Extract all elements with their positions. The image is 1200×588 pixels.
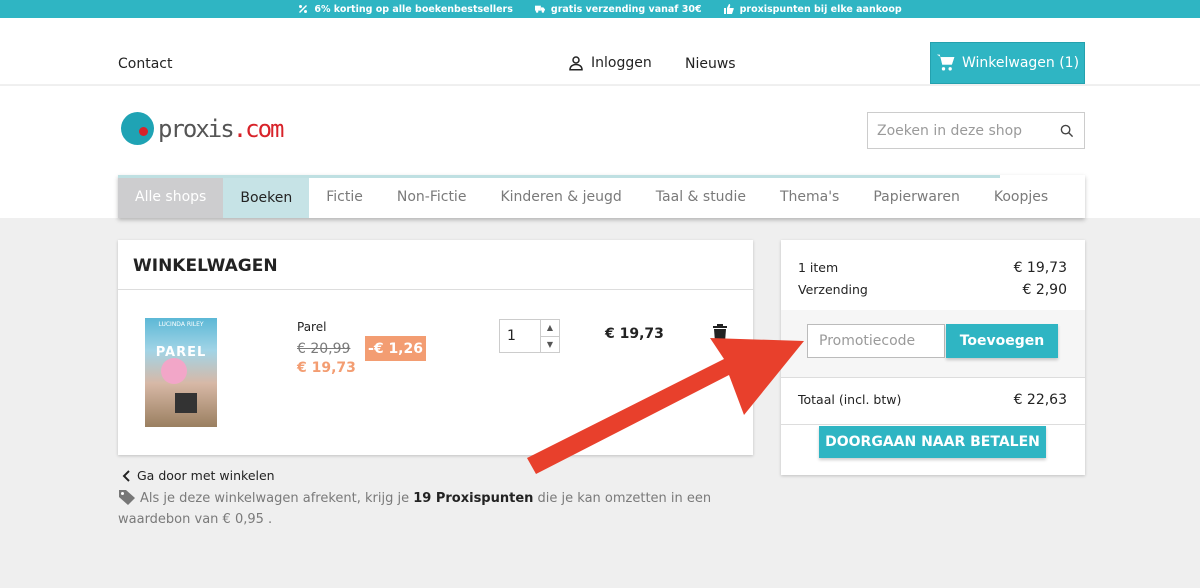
promo-item-points: proxispunten bij elke aankoop [723,3,902,15]
continue-shopping-link[interactable]: Ga door met winkelen [121,468,275,483]
login-link[interactable]: Inloggen [567,54,652,72]
promo-text-discount: 6% korting op alle boekenbestsellers [314,3,513,15]
logo[interactable]: proxis.com [121,112,284,145]
tag-icon [119,490,135,505]
shopping-cart-icon [936,54,955,71]
summary-divider [781,377,1085,378]
summary-total-value: € 22,63 [1013,392,1067,408]
loyalty-message: Als je deze winkelwagen afrekent, krijg … [118,490,712,527]
cart-card: WINKELWAGEN LUCINDA RILEY PAREL Parel € … [118,240,753,455]
product-name[interactable]: Parel [297,320,326,334]
quantity-input[interactable]: 1 [500,320,540,352]
summary-shipping-value: € 2,90 [1022,282,1067,298]
quantity-up-icon[interactable]: ▲ [541,320,559,337]
line-total: € 19,73 [605,326,664,342]
promo-text-shipping: gratis verzending vanaf 30€ [550,3,702,15]
book-cover-image[interactable]: LUCINDA RILEY PAREL [145,318,217,427]
chevron-left-icon [122,469,130,482]
main-nav: Alle shops Boeken Fictie Non-Fictie Kind… [118,175,1085,218]
nav-item-taal-studie[interactable]: Taal & studie [639,175,763,218]
continue-shopping-label: Ga door met winkelen [137,468,275,483]
order-summary-card: 1 item € 19,73 Verzending € 2,90 Toevoeg… [781,240,1085,475]
contact-link[interactable]: Contact [118,56,172,72]
promo-bar: 6% korting op alle boekenbestsellers gra… [0,0,1200,18]
current-price: € 19,73 [297,360,356,376]
promo-text-points: proxispunten bij elke aankoop [739,3,902,15]
loyalty-points: 19 Proxispunten [413,491,534,506]
checkout-button[interactable]: DOORGAAN NAAR BETALEN [819,426,1046,458]
percent-icon [299,5,308,13]
cart-button[interactable]: Winkelwagen (1) [930,42,1085,84]
summary-total-label: Totaal (incl. btw) [798,392,902,407]
promo-item-discount: 6% korting op alle boekenbestsellers [298,4,513,15]
trash-icon[interactable] [712,324,728,342]
nav-item-alle-shops[interactable]: Alle shops [118,175,224,218]
quantity-stepper[interactable]: 1 ▲ ▼ [499,319,560,353]
user-icon [569,56,583,71]
truck-icon [534,5,545,13]
summary-items-value: € 19,73 [1013,260,1067,276]
nav-item-kinderen-jeugd[interactable]: Kinderen & jeugd [483,175,638,218]
cart-button-label: Winkelwagen (1) [961,55,1080,71]
search-icon[interactable] [1060,122,1074,140]
add-promo-button[interactable]: Toevoegen [946,324,1058,358]
summary-shipping-label: Verzending [798,282,868,297]
promo-code-input[interactable] [808,325,944,357]
old-price: € 20,99 [297,341,351,357]
nav-accent-line [118,175,1000,178]
nav-item-non-fictie[interactable]: Non-Fictie [380,175,484,218]
logo-text: proxis.com [158,114,284,143]
quantity-down-icon[interactable]: ▼ [541,337,559,353]
search-input[interactable] [868,113,1060,148]
logo-mark [121,112,154,145]
nav-item-koopjes[interactable]: Koopjes [977,175,1065,218]
summary-total-row: Totaal (incl. btw) € 22,63 [798,392,1067,408]
promo-item-shipping: gratis verzending vanaf 30€ [534,3,702,15]
summary-items-row: 1 item € 19,73 [798,260,1067,276]
cart-divider [118,289,753,290]
login-label: Inloggen [591,55,652,71]
summary-shipping-row: Verzending € 2,90 [798,282,1067,298]
nav-item-themas[interactable]: Thema's [763,175,856,218]
discount-badge: -€ 1,26 [365,336,426,361]
thumbs-up-icon [723,4,734,14]
nav-item-papierwaren[interactable]: Papierwaren [856,175,977,218]
news-link[interactable]: Nieuws [685,56,736,72]
summary-items-label: 1 item [798,260,839,275]
summary-divider-bottom [781,424,1085,425]
cart-title: WINKELWAGEN [133,256,278,276]
nav-item-boeken[interactable]: Boeken [223,175,310,218]
nav-item-fictie[interactable]: Fictie [309,175,380,218]
search-box [867,112,1085,149]
promo-code-field [807,324,945,358]
